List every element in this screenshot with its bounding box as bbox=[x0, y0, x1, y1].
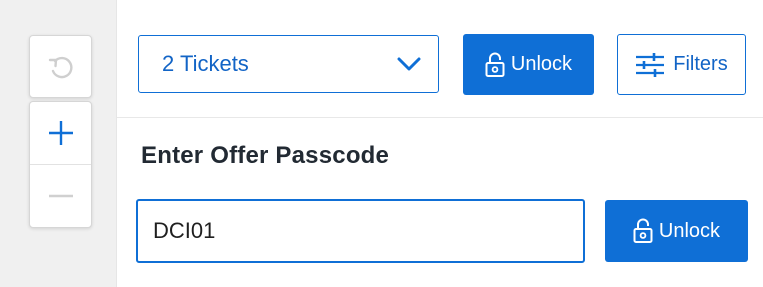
map-controls-gutter bbox=[0, 0, 117, 287]
passcode-field[interactable] bbox=[136, 199, 585, 263]
ticket-quantity-select[interactable]: 2 Tickets bbox=[138, 35, 439, 93]
reset-view-button[interactable] bbox=[30, 36, 91, 97]
sliders-icon bbox=[635, 52, 665, 78]
zoom-in-button[interactable] bbox=[30, 102, 91, 165]
passcode-unlock-label: Unlock bbox=[658, 219, 721, 242]
unlock-button[interactable]: Unlock bbox=[463, 34, 594, 95]
unlock-icon bbox=[485, 52, 505, 78]
chevron-down-icon bbox=[397, 54, 421, 74]
zoom-control bbox=[29, 101, 92, 228]
reset-view-control bbox=[29, 35, 92, 98]
unlock-button-label: Unlock bbox=[510, 53, 573, 75]
filters-button[interactable]: Filters bbox=[617, 34, 746, 95]
zoom-out-button[interactable] bbox=[30, 165, 91, 227]
minus-icon bbox=[48, 193, 74, 199]
passcode-input[interactable] bbox=[138, 201, 583, 261]
rotate-ccw-icon bbox=[46, 52, 76, 82]
filters-button-label: Filters bbox=[673, 53, 728, 75]
passcode-unlock-button[interactable]: Unlock bbox=[605, 200, 748, 262]
ticket-quantity-value: 2 Tickets bbox=[162, 51, 249, 76]
unlock-icon bbox=[633, 218, 653, 244]
ticket-offer-panel: 2 Tickets Unlock Filters Enter Offer Pas… bbox=[0, 0, 763, 287]
passcode-heading: Enter Offer Passcode bbox=[141, 142, 390, 169]
filter-bar: 2 Tickets Unlock Filters bbox=[117, 0, 763, 118]
plus-icon bbox=[48, 120, 74, 146]
